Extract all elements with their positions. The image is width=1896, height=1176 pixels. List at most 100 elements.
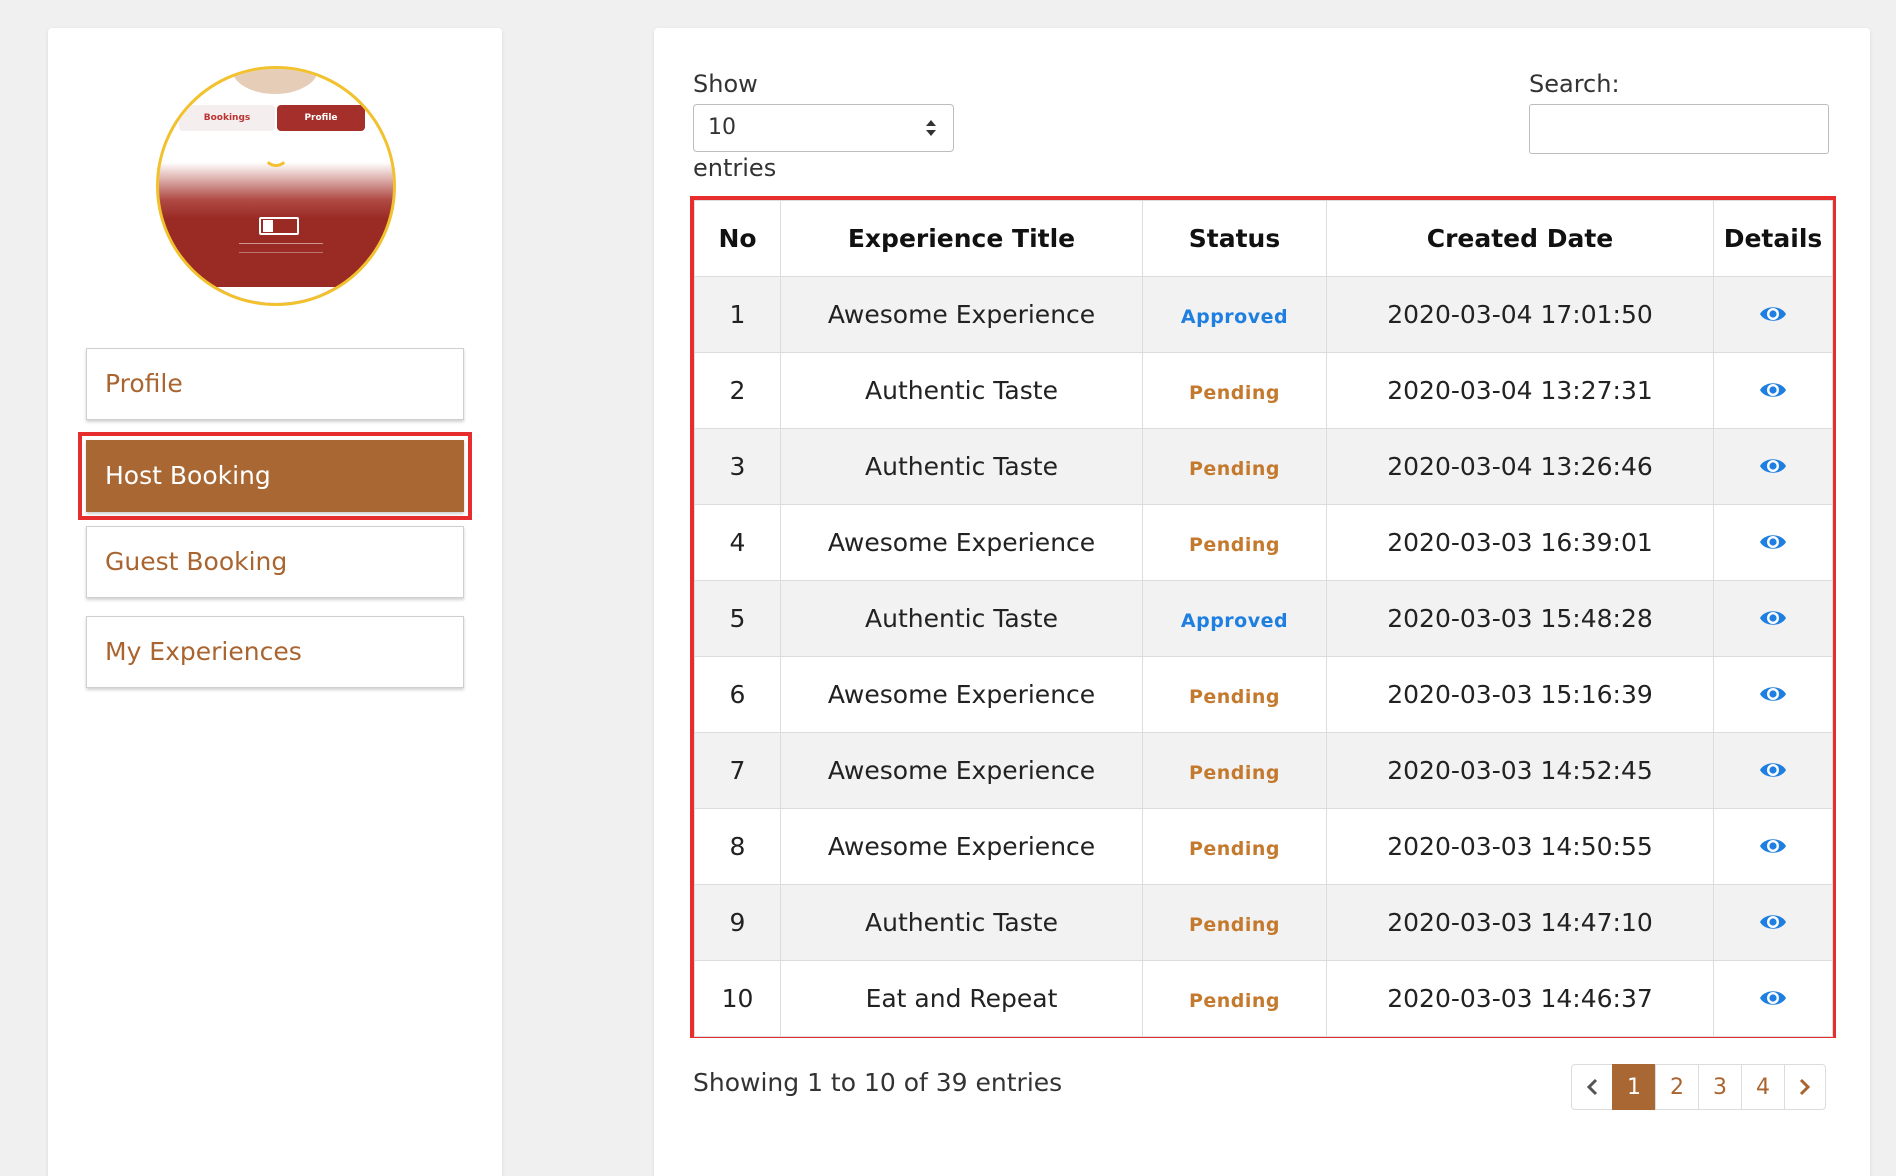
column-header-experience-title[interactable]: Experience Title: [780, 200, 1143, 277]
page-size-select[interactable]: 10: [693, 104, 954, 152]
cell-no: 7: [694, 732, 781, 809]
column-header-no[interactable]: No: [694, 200, 781, 277]
cell-no: 1: [694, 276, 781, 353]
cell-details: [1713, 884, 1833, 961]
cell-experience-title: Awesome Experience: [780, 656, 1143, 733]
cell-details: [1713, 504, 1833, 581]
cell-created-date: 2020-03-04 13:27:31: [1326, 352, 1714, 429]
cell-experience-title: Eat and Repeat: [780, 960, 1143, 1037]
table-row: 5 Authentic Taste Approved 2020-03-03 15:48…: [694, 580, 1833, 657]
table-row: 4 Awesome Experience Pending 2020-03-03 16:…: [694, 504, 1833, 581]
cell-details: [1713, 276, 1833, 353]
prev-page-button[interactable]: [1571, 1064, 1613, 1110]
cell-created-date: 2020-03-04 17:01:50: [1326, 276, 1714, 353]
cell-details: [1713, 808, 1833, 885]
avatar-photo-bottom: [159, 287, 393, 303]
table-row: 2 Authentic Taste Pending 2020-03-04 13:27:…: [694, 352, 1833, 429]
pagination: 1234: [1571, 1064, 1826, 1110]
status-badge: Pending: [1188, 686, 1281, 708]
search-input[interactable]: [1529, 104, 1829, 154]
avatar-tab-bookings: Bookings: [179, 105, 275, 131]
cell-experience-title: Authentic Taste: [780, 580, 1143, 657]
chevron-left-icon: [1586, 1078, 1598, 1096]
sidebar-item-profile[interactable]: Profile: [86, 348, 464, 420]
next-page-button[interactable]: [1784, 1064, 1826, 1110]
status-badge: Pending: [1188, 382, 1281, 404]
eye-icon[interactable]: [1759, 909, 1787, 938]
table-row: 7 Awesome Experience Pending 2020-03-03 14:…: [694, 732, 1833, 809]
table-row: 6 Awesome Experience Pending 2020-03-03 15:…: [694, 656, 1833, 733]
status-badge: Pending: [1188, 914, 1281, 936]
cell-experience-title: Authentic Taste: [780, 428, 1143, 505]
avatar[interactable]: Bookings Profile: [156, 66, 396, 306]
cell-created-date: 2020-03-03 14:47:10: [1326, 884, 1714, 961]
status-badge: Pending: [1188, 838, 1281, 860]
sidebar-item-host-booking[interactable]: Host Booking: [86, 440, 464, 512]
cell-created-date: 2020-03-03 16:39:01: [1326, 504, 1714, 581]
page-button-1[interactable]: 1: [1612, 1064, 1656, 1110]
eye-icon[interactable]: [1759, 529, 1787, 558]
eye-icon[interactable]: [1759, 453, 1787, 482]
cell-no: 8: [694, 808, 781, 885]
bookings-card: Show 10 entries Search: No Experience Ti…: [654, 28, 1870, 1176]
cell-status: Pending: [1142, 884, 1327, 961]
status-badge: Approved: [1180, 306, 1289, 328]
page-size-value: 10: [708, 115, 736, 140]
cell-status: Pending: [1142, 504, 1327, 581]
cell-experience-title: Authentic Taste: [780, 884, 1143, 961]
table-row: 8 Awesome Experience Pending 2020-03-03 14:…: [694, 808, 1833, 885]
search-label: Search:: [1529, 70, 1620, 98]
chevron-right-icon: [1799, 1078, 1811, 1096]
cell-details: [1713, 352, 1833, 429]
cell-created-date: 2020-03-03 14:50:55: [1326, 808, 1714, 885]
column-header-details[interactable]: Details: [1713, 200, 1833, 277]
table-header-row: No Experience Title Status Created Date …: [694, 200, 1833, 277]
cell-experience-title: Awesome Experience: [780, 732, 1143, 809]
cell-status: Pending: [1142, 428, 1327, 505]
sidebar-item-my-experiences[interactable]: My Experiences: [86, 616, 464, 688]
sidebar-item-guest-booking[interactable]: Guest Booking: [86, 526, 464, 598]
cell-status: Approved: [1142, 580, 1327, 657]
cell-no: 2: [694, 352, 781, 429]
bookings-table: No Experience Title Status Created Date …: [694, 200, 1833, 1037]
cell-created-date: 2020-03-03 15:48:28: [1326, 580, 1714, 657]
table-row: 1 Awesome Experience Approved 2020-03-04 17…: [694, 276, 1833, 353]
status-badge: Pending: [1188, 762, 1281, 784]
page-button-2[interactable]: 2: [1655, 1064, 1699, 1110]
eye-icon[interactable]: [1759, 301, 1787, 330]
eye-icon[interactable]: [1759, 681, 1787, 710]
table-row: 3 Authentic Taste Pending 2020-03-04 13:26:…: [694, 428, 1833, 505]
eye-icon[interactable]: [1759, 833, 1787, 862]
cell-created-date: 2020-03-03 14:46:37: [1326, 960, 1714, 1037]
eye-icon[interactable]: [1759, 605, 1787, 634]
status-badge: Pending: [1188, 458, 1281, 480]
cell-experience-title: Awesome Experience: [780, 808, 1143, 885]
cell-details: [1713, 580, 1833, 657]
table-row: 10 Eat and Repeat Pending 2020-03-03 14:46:…: [694, 960, 1833, 1037]
cell-status: Pending: [1142, 732, 1327, 809]
cell-experience-title: Awesome Experience: [780, 276, 1143, 353]
eye-icon[interactable]: [1759, 377, 1787, 406]
status-badge: Pending: [1188, 534, 1281, 556]
cell-no: 5: [694, 580, 781, 657]
column-header-created-date[interactable]: Created Date: [1326, 200, 1714, 277]
cell-status: Pending: [1142, 808, 1327, 885]
loading-spinner-icon: [263, 141, 289, 167]
eye-icon[interactable]: [1759, 757, 1787, 786]
column-header-status[interactable]: Status: [1142, 200, 1327, 277]
cell-no: 3: [694, 428, 781, 505]
cell-status: Pending: [1142, 656, 1327, 733]
cell-details: [1713, 732, 1833, 809]
avatar-tab-profile: Profile: [277, 105, 365, 131]
page-button-3[interactable]: 3: [1698, 1064, 1742, 1110]
eye-icon[interactable]: [1759, 985, 1787, 1014]
logo-icon: [259, 217, 299, 235]
cell-experience-title: Authentic Taste: [780, 352, 1143, 429]
avatar-caption: [239, 243, 323, 253]
cell-no: 4: [694, 504, 781, 581]
cell-details: [1713, 656, 1833, 733]
cell-created-date: 2020-03-04 13:26:46: [1326, 428, 1714, 505]
page-button-4[interactable]: 4: [1741, 1064, 1785, 1110]
cell-no: 10: [694, 960, 781, 1037]
cell-created-date: 2020-03-03 15:16:39: [1326, 656, 1714, 733]
